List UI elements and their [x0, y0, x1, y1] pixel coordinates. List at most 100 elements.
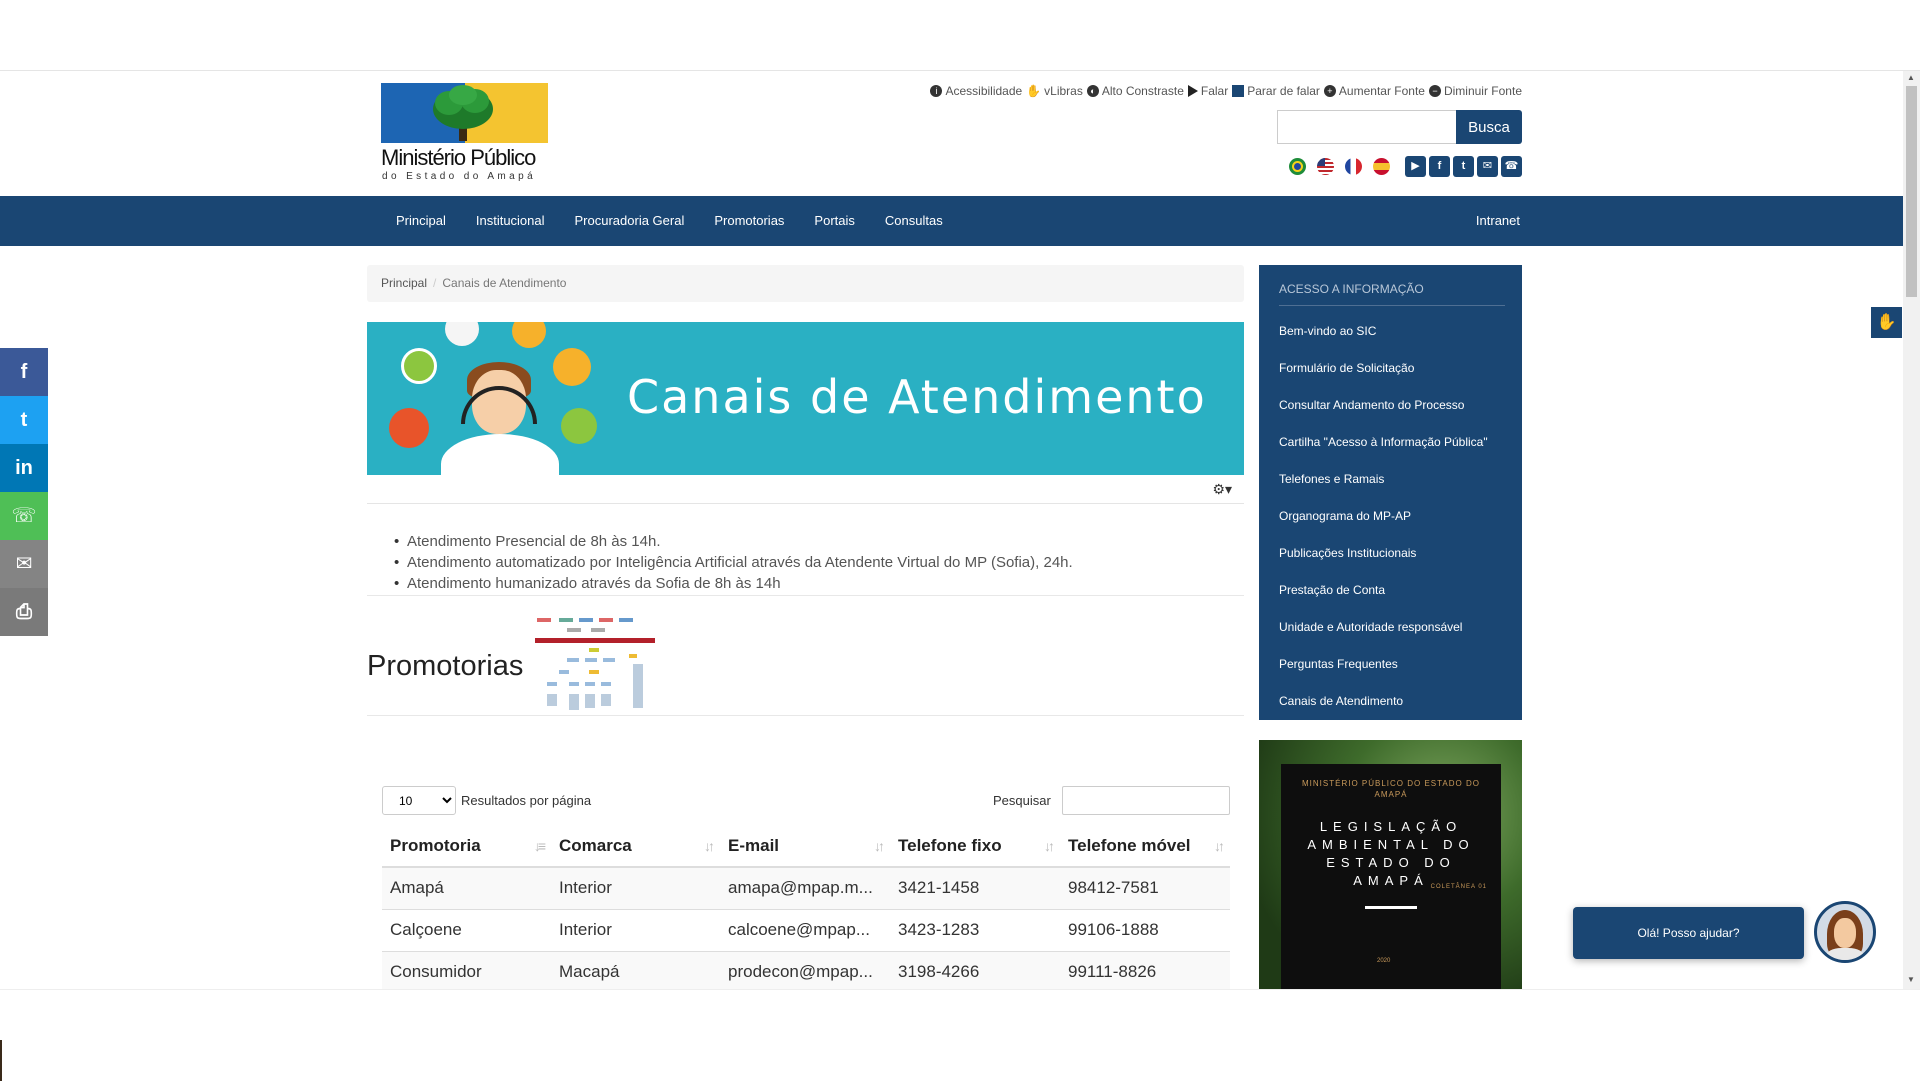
site-logo[interactable]: Ministério Público do Estado do Amapá [381, 83, 548, 183]
sidebar-item-publicacoes[interactable]: Publicações Institucionais [1279, 535, 1505, 572]
vlibras-widget-icon[interactable]: ✋ [1871, 307, 1902, 338]
nav-item-procuradoria[interactable]: Procuradoria Geral [560, 196, 700, 246]
table-cell: prodecon@mpap... [720, 951, 890, 989]
floating-share-bar: f t in ☏ ✉ ⎙ [0, 348, 48, 636]
column-header-telefone-fixo[interactable]: Telefone fixo ↓↑ [890, 826, 1060, 868]
vlibras-label: vLibras [1044, 84, 1083, 98]
article-tools-row: ⚙▾ [367, 475, 1244, 504]
header-search: Busca [1277, 110, 1522, 144]
usa-flag-icon[interactable] [1317, 158, 1334, 175]
legislacao-title: LEGISLAÇÃO AMBIENTAL DO ESTADO DO AMAPÁ [1307, 819, 1475, 888]
sidebar-item-prestacao[interactable]: Prestação de Conta [1279, 572, 1505, 609]
tree-icon [433, 85, 493, 141]
table-cell: Calçoene [382, 909, 551, 952]
table-search-input[interactable] [1062, 786, 1230, 815]
phone-icon[interactable]: ☎ [1501, 156, 1522, 177]
nav-item-consultas[interactable]: Consultas [870, 196, 958, 246]
table-cell: calcoene@mpap... [720, 909, 890, 952]
tools-icon [389, 408, 429, 448]
page-banner: Canais de Atendimento [367, 322, 1244, 475]
accessibility-link[interactable]: i Acessibilidade [930, 84, 1022, 98]
table-cell: Macapá [551, 951, 720, 989]
browser-top-area [0, 0, 1920, 71]
search-input[interactable] [1277, 110, 1456, 144]
agent-body [441, 434, 559, 475]
breadcrumb-home[interactable]: Principal [381, 276, 427, 290]
france-flag-icon[interactable] [1345, 158, 1362, 175]
column-label: Promotoria [390, 836, 481, 855]
sidebar-item-unidade[interactable]: Unidade e Autoridade responsável [1279, 609, 1505, 646]
increase-font-link[interactable]: + Aumentar Fonte [1323, 84, 1425, 98]
table-cell: Interior [551, 867, 720, 910]
sidebar-item-organograma[interactable]: Organograma do MP-AP [1279, 498, 1505, 535]
gear-icon[interactable]: ⚙▾ [1212, 481, 1232, 498]
nav-item-principal[interactable]: Principal [381, 196, 461, 246]
banner-title: Canais de Atendimento [627, 370, 1207, 424]
linkedin-share-icon[interactable]: in [0, 444, 48, 492]
chatbot-avatar[interactable] [1814, 901, 1876, 963]
nav-item-promotorias[interactable]: Promotorias [699, 196, 799, 246]
twitter-icon[interactable]: t [1453, 156, 1474, 177]
search-button[interactable]: Busca [1456, 110, 1522, 144]
legislacao-collection: COLETÂNEA 01 [1430, 884, 1487, 890]
nav-items: Principal Institucional Procuradoria Ger… [381, 196, 958, 246]
logo-name: Ministério Público [381, 145, 536, 170]
column-header-email[interactable]: E-mail ↓↑ [720, 826, 890, 868]
whatsapp-share-icon[interactable]: ☏ [0, 492, 48, 540]
facebook-share-icon[interactable]: f [0, 348, 48, 396]
chevron-icon [512, 322, 546, 348]
scroll-down-icon[interactable]: ▼ [1907, 975, 1915, 984]
breadcrumb: Principal / Canais de Atendimento [367, 265, 1244, 302]
sidebar-item-perguntas[interactable]: Perguntas Frequentes [1279, 646, 1505, 683]
twitter-share-icon[interactable]: t [0, 396, 48, 444]
sidebar-item-consultar[interactable]: Consultar Andamento do Processo [1279, 387, 1505, 424]
sidebar-item-canais[interactable]: Canais de Atendimento [1279, 683, 1505, 720]
legislacao-ambiental-banner[interactable]: MINISTÉRIO PÚBLICO DO ESTADO DO AMAPÁ LE… [1259, 740, 1522, 989]
email-share-icon[interactable]: ✉ [0, 540, 48, 588]
table-cell: 99106-1888 [1060, 909, 1230, 952]
scrollbar-thumb[interactable] [1906, 86, 1917, 297]
sidebar-item-formulario[interactable]: Formulário de Solicitação [1279, 350, 1505, 387]
high-contrast-link[interactable]: ◐ Alto Constraste [1086, 84, 1184, 98]
nav-item-institucional[interactable]: Institucional [461, 196, 560, 246]
promotorias-table: Promotoria ↓≡ Comarca ↓↑ E-mail ↓↑ Telefone… [382, 826, 1230, 989]
scroll-up-icon[interactable]: ▲ [1907, 73, 1915, 82]
page-size-select[interactable]: 10 [382, 786, 456, 815]
table-row: Consumidor Macapá prodecon@mpap... 3198-… [382, 951, 1230, 989]
column-header-telefone-movel[interactable]: Telefone móvel ↓↑ [1060, 826, 1230, 868]
avatar-face [1834, 918, 1856, 948]
breadcrumb-separator: / [433, 276, 437, 290]
nav-item-intranet[interactable]: Intranet [1476, 196, 1520, 246]
list-item: Atendimento humanizado através da Sofia … [394, 573, 1244, 594]
contrast-icon: ◐ [1086, 85, 1099, 97]
legislacao-org: MINISTÉRIO PÚBLICO DO ESTADO DO AMAPÁ [1302, 779, 1480, 799]
table-cell: 3423-1283 [890, 909, 1060, 952]
table-search-label: Pesquisar [993, 793, 1051, 808]
spain-flag-icon[interactable] [1373, 158, 1390, 175]
brazil-flag-icon[interactable] [1289, 158, 1306, 175]
facebook-icon[interactable]: f [1429, 156, 1450, 177]
decrease-font-link[interactable]: − Diminuir Fonte [1428, 84, 1522, 98]
vlibras-link[interactable]: ✋ vLibras [1026, 84, 1083, 98]
speak-link[interactable]: Falar [1187, 84, 1228, 98]
column-header-comarca[interactable]: Comarca ↓↑ [551, 826, 720, 868]
column-header-promotoria[interactable]: Promotoria ↓≡ [382, 826, 551, 868]
sidebar-item-bem-vindo[interactable]: Bem-vindo ao SIC [1279, 313, 1505, 350]
print-icon[interactable]: ⎙ [0, 588, 48, 636]
sidebar-item-telefones[interactable]: Telefones e Ramais [1279, 461, 1505, 498]
stop-speak-link[interactable]: Parar de falar [1232, 84, 1320, 98]
nav-item-portais[interactable]: Portais [799, 196, 869, 246]
browser-bottom-area [0, 989, 1920, 1081]
sidebar-item-cartilha[interactable]: Cartilha "Acesso à Informação Pública" [1279, 424, 1505, 461]
email-icon[interactable]: ✉ [1477, 156, 1498, 177]
promotorias-heading: Promotorias [367, 650, 524, 682]
page-scrollbar[interactable]: ▲ ▼ [1903, 71, 1920, 989]
chat-bubble-button[interactable]: Olá! Posso ajudar? [1573, 907, 1804, 959]
increase-font-label: Aumentar Fonte [1338, 84, 1425, 98]
page-size-label: Resultados por página [461, 793, 592, 808]
column-label: Telefone fixo [898, 836, 1002, 855]
high-contrast-label: Alto Constraste [1101, 84, 1184, 98]
hand-icon: ✋ [1026, 84, 1042, 98]
youtube-icon[interactable]: ▶ [1405, 156, 1426, 177]
play-icon [1187, 85, 1198, 97]
